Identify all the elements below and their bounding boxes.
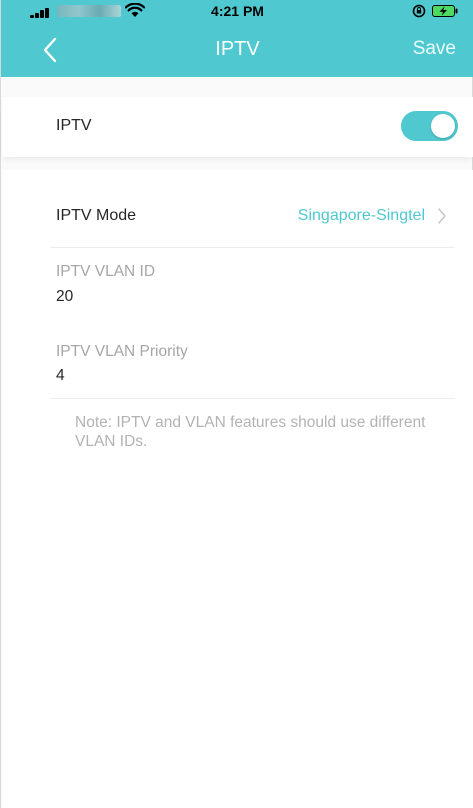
- save-button[interactable]: Save: [413, 38, 456, 60]
- app-frame: 4:21 PM IPTV Save IPTV IPTV Mode Singapo…: [0, 0, 473, 808]
- iptv-toggle-row: IPTV: [2, 97, 473, 157]
- vlan-priority-value[interactable]: 4: [56, 367, 65, 385]
- status-time: 4:21 PM: [211, 3, 264, 19]
- chevron-right-icon: [438, 208, 446, 224]
- divider: [50, 398, 455, 399]
- divider: [50, 247, 455, 248]
- iptv-toggle-switch[interactable]: [401, 111, 458, 141]
- toggle-knob: [431, 114, 455, 138]
- iptv-mode-label: IPTV Mode: [56, 207, 137, 224]
- rotation-lock-icon: [412, 4, 426, 18]
- page-title: IPTV: [215, 38, 260, 60]
- iptv-mode-value: Singapore-Singtel: [297, 207, 425, 224]
- status-right-icons: [412, 4, 460, 18]
- navigation-bar: IPTV Save: [1, 22, 473, 77]
- battery-charging-icon: [432, 5, 458, 17]
- iptv-settings-list: IPTV Mode Singapore-Singtel IPTV VLAN ID…: [2, 170, 473, 808]
- iptv-toggle-label: IPTV: [56, 117, 92, 134]
- status-bar: 4:21 PM: [1, 0, 473, 22]
- iptv-mode-row[interactable]: IPTV Mode Singapore-Singtel: [2, 185, 473, 247]
- vlan-id-value[interactable]: 20: [56, 288, 73, 306]
- back-chevron-icon[interactable]: [39, 36, 63, 64]
- vlan-id-label: IPTV VLAN ID: [56, 263, 156, 280]
- vlan-priority-label: IPTV VLAN Priority: [56, 343, 188, 360]
- vlan-note: Note: IPTV and VLAN features should use …: [75, 414, 426, 450]
